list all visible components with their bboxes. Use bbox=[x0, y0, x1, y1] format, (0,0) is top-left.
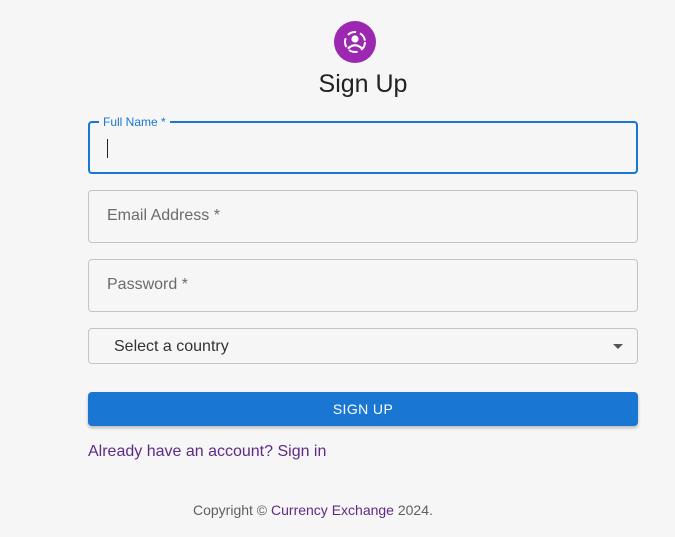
sign-in-link[interactable]: Already have an account? Sign in bbox=[88, 443, 326, 461]
password-field[interactable]: Password * bbox=[88, 259, 638, 312]
country-select[interactable]: Select a country bbox=[88, 328, 638, 364]
dropdown-arrow-icon[interactable] bbox=[613, 344, 623, 349]
brand-link[interactable]: Currency Exchange bbox=[271, 502, 394, 518]
copyright-footer: Copyright © Currency Exchange 2024. bbox=[193, 502, 433, 518]
full-name-field[interactable]: Full Name * bbox=[88, 115, 638, 174]
person-circle-icon bbox=[344, 31, 366, 53]
text-cursor bbox=[107, 139, 108, 158]
password-placeholder: Password * bbox=[107, 276, 188, 293]
copyright-year: 2024. bbox=[397, 502, 433, 518]
full-name-label: Full Name * bbox=[99, 115, 170, 129]
email-placeholder: Email Address * bbox=[107, 207, 220, 224]
sign-up-button[interactable]: SIGN UP bbox=[88, 392, 638, 426]
copyright-prefix: Copyright © bbox=[193, 502, 268, 518]
email-field[interactable]: Email Address * bbox=[88, 190, 638, 243]
logo-avatar bbox=[334, 21, 376, 63]
country-select-value: Select a country bbox=[114, 338, 229, 355]
page-title: Sign Up bbox=[318, 70, 408, 98]
